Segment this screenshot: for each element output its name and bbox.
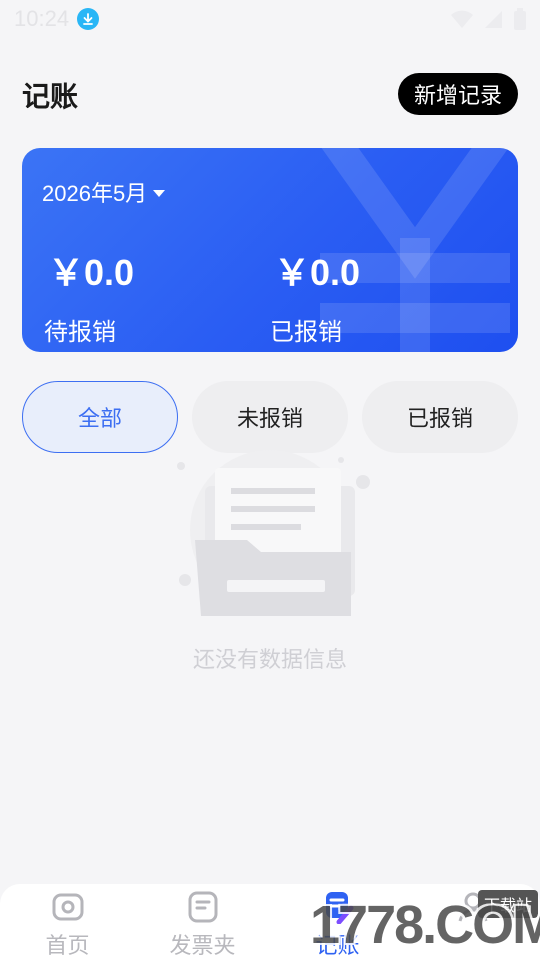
- battery-icon: [514, 8, 526, 30]
- tab-invoice-folder[interactable]: 发票夹: [135, 884, 270, 960]
- add-record-button[interactable]: 新增记录: [397, 73, 518, 115]
- filter-row: 全部 未报销 已报销: [22, 381, 518, 453]
- filter-done-button[interactable]: 已报销: [362, 381, 518, 453]
- pending-label: 待报销: [44, 318, 116, 346]
- watermark-text: 1778.COM: [310, 895, 540, 955]
- signal-icon: [485, 11, 502, 28]
- document-icon: [188, 891, 217, 923]
- site-watermark: 下载站 1778.COM: [310, 890, 540, 960]
- download-icon: [77, 8, 100, 30]
- caret-down-icon: [153, 189, 166, 197]
- pending-amount: ￥0.0: [48, 252, 135, 293]
- tab-home-label: 首页: [45, 934, 90, 959]
- filter-all-button[interactable]: 全部: [22, 381, 178, 453]
- month-label: 2026年5月: [42, 181, 148, 206]
- camera-icon: [52, 893, 83, 921]
- status-left: 10:24: [14, 6, 100, 32]
- wifi-icon: [451, 10, 473, 28]
- empty-state-text: 还没有数据信息: [192, 648, 347, 673]
- empty-folder-illustration: [177, 450, 370, 616]
- month-picker[interactable]: 2026年5月: [42, 176, 166, 208]
- status-time: 10:24: [14, 6, 70, 31]
- header: 记账 新增记录: [22, 73, 518, 117]
- tab-home[interactable]: 首页: [0, 884, 135, 960]
- tab-invoice-label: 发票夹: [169, 934, 236, 959]
- done-label: 已报销: [270, 318, 342, 346]
- status-right: [450, 8, 526, 30]
- done-amount: ￥0.0: [274, 252, 361, 293]
- filter-pending-button[interactable]: 未报销: [192, 381, 348, 453]
- page-title: 记账: [22, 80, 79, 113]
- status-bar: 10:24: [0, 0, 540, 38]
- summary-card: 2026年5月 ￥0.0 ￥0.0 待报销 已报销: [22, 148, 518, 352]
